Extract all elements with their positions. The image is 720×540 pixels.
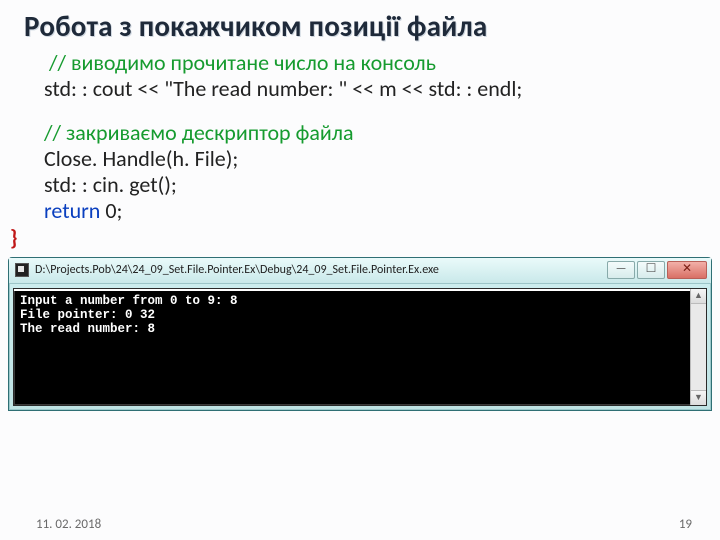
code-comment: // bbox=[49, 49, 66, 76]
footer-page: 19 bbox=[679, 517, 692, 532]
scroll-up-button[interactable]: ▲ bbox=[691, 289, 706, 304]
console-output: Input a number from 0 to 9: 8 File point… bbox=[14, 291, 706, 340]
code-comment: // закриваємо дескриптор файла bbox=[44, 120, 684, 146]
code-keyword: return bbox=[44, 197, 100, 224]
footer: 11. 02. 2018 19 bbox=[0, 517, 720, 532]
code-line: std: : cout << "The read number: " << m … bbox=[44, 76, 684, 102]
code-block: // виводимо прочитане число на консоль s… bbox=[0, 50, 720, 224]
code-line: Close. Handle bbox=[44, 145, 166, 172]
footer-date: 11. 02. 2018 bbox=[36, 517, 101, 532]
minimize-button[interactable]: — bbox=[607, 261, 635, 279]
scroll-down-button[interactable]: ▼ bbox=[691, 390, 706, 405]
scrollbar[interactable]: ▲ ▼ bbox=[690, 289, 706, 405]
window-titlebar[interactable]: D:\Projects.Pob\24\24_09_Set.File.Pointe… bbox=[9, 258, 711, 284]
window-title: D:\Projects.Pob\24\24_09_Set.File.Pointe… bbox=[35, 263, 607, 277]
console-window: D:\Projects.Pob\24\24_09_Set.File.Pointe… bbox=[8, 257, 712, 411]
code-brace: } bbox=[0, 224, 720, 251]
code-line: (h. File); bbox=[166, 145, 238, 172]
page-title: Робота з покажчиком позиції файла bbox=[0, 0, 720, 50]
console-body: Input a number from 0 to 9: 8 File point… bbox=[13, 288, 707, 406]
code-line: std: : cin. get(); bbox=[44, 172, 684, 198]
code-comment-text: виводимо прочитане число на консоль bbox=[66, 49, 436, 76]
app-icon bbox=[15, 263, 29, 277]
close-button[interactable]: ✕ bbox=[667, 261, 707, 279]
maximize-button[interactable]: ☐ bbox=[637, 261, 665, 279]
code-line: 0; bbox=[100, 197, 122, 224]
